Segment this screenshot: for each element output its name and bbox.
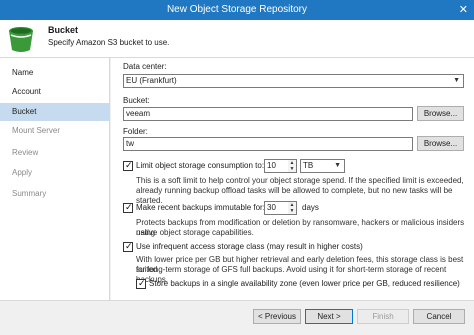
limit-spinner[interactable]: ▲ ▼ [288, 159, 297, 173]
folder-label: Folder: [123, 127, 148, 136]
close-icon[interactable]: ✕ [459, 3, 468, 16]
immutable-description-line-2: native object storage capabilities. [136, 228, 254, 237]
limit-description-line-1: This is a soft limit to help control you… [136, 176, 464, 185]
limit-checkbox[interactable]: ✓ [123, 160, 133, 171]
check-icon: ✓ [125, 202, 133, 212]
spin-down-icon[interactable]: ▼ [288, 166, 296, 172]
limit-unit-select[interactable]: TB ▼ [300, 159, 345, 173]
bucket-label: Bucket: [123, 96, 150, 105]
immutable-spinner[interactable]: ▲ ▼ [288, 201, 297, 215]
folder-input[interactable]: tw [123, 137, 413, 151]
check-icon: ✓ [125, 160, 133, 170]
nav-item-summary: Summary [12, 189, 47, 198]
bucket-page: Data center: EU (Frankfurt) ▼ Bucket: ve… [111, 58, 474, 300]
header-subtitle: Specify Amazon S3 bucket to use. [48, 38, 170, 47]
wizard-steps: Name Account Bucket Mount Server Review … [0, 58, 110, 300]
chevron-down-icon: ▼ [334, 162, 341, 169]
limit-unit-value: TB [303, 161, 314, 170]
nav-item-name[interactable]: Name [0, 64, 110, 82]
chevron-down-icon: ▼ [453, 77, 460, 84]
immutable-value-input[interactable]: 30 [264, 201, 289, 215]
nav-item-review: Review [12, 148, 39, 157]
infrequent-access-label: Use infrequent access storage class (may… [136, 242, 363, 251]
wizard-footer: < Previous Next > Finish Cancel [0, 300, 474, 335]
next-button[interactable]: Next > [305, 309, 353, 324]
infrequent-access-checkbox[interactable]: ✓ [123, 241, 133, 252]
datacenter-value: EU (Frankfurt) [126, 76, 177, 85]
nav-item-bucket[interactable]: Bucket [0, 103, 110, 121]
previous-button[interactable]: < Previous [253, 309, 301, 324]
nav-item-account[interactable]: Account [0, 83, 110, 101]
single-zone-checkbox[interactable]: ✓ [136, 278, 146, 289]
finish-button: Finish [357, 309, 409, 324]
datacenter-select[interactable]: EU (Frankfurt) ▼ [123, 74, 464, 88]
bucket-input[interactable]: veeam [123, 107, 413, 121]
single-zone-label: Store backups in a single availability z… [149, 279, 460, 288]
check-icon: ✓ [138, 278, 146, 288]
immutable-label: Make recent backups immutable for: [136, 203, 265, 212]
bucket-browse-button[interactable]: Browse... [417, 106, 464, 121]
bucket-icon [9, 27, 33, 52]
datacenter-label: Data center: [123, 62, 167, 71]
folder-browse-button[interactable]: Browse... [417, 136, 464, 151]
check-icon: ✓ [125, 241, 133, 251]
wizard-header: Bucket Specify Amazon S3 bucket to use. [0, 20, 474, 58]
spin-down-icon[interactable]: ▼ [288, 208, 296, 214]
immutable-unit-label: days [302, 203, 319, 212]
cancel-button[interactable]: Cancel [413, 309, 465, 324]
header-title: Bucket [48, 25, 79, 35]
window-title: New Object Storage Repository [166, 4, 308, 15]
title-bar: New Object Storage Repository ✕ [0, 0, 474, 20]
limit-label: Limit object storage consumption to: [136, 161, 265, 170]
limit-value-input[interactable]: 10 [264, 159, 289, 173]
immutable-checkbox[interactable]: ✓ [123, 202, 133, 213]
nav-item-mount-server: Mount Server [12, 126, 61, 135]
nav-item-apply: Apply [12, 168, 33, 177]
